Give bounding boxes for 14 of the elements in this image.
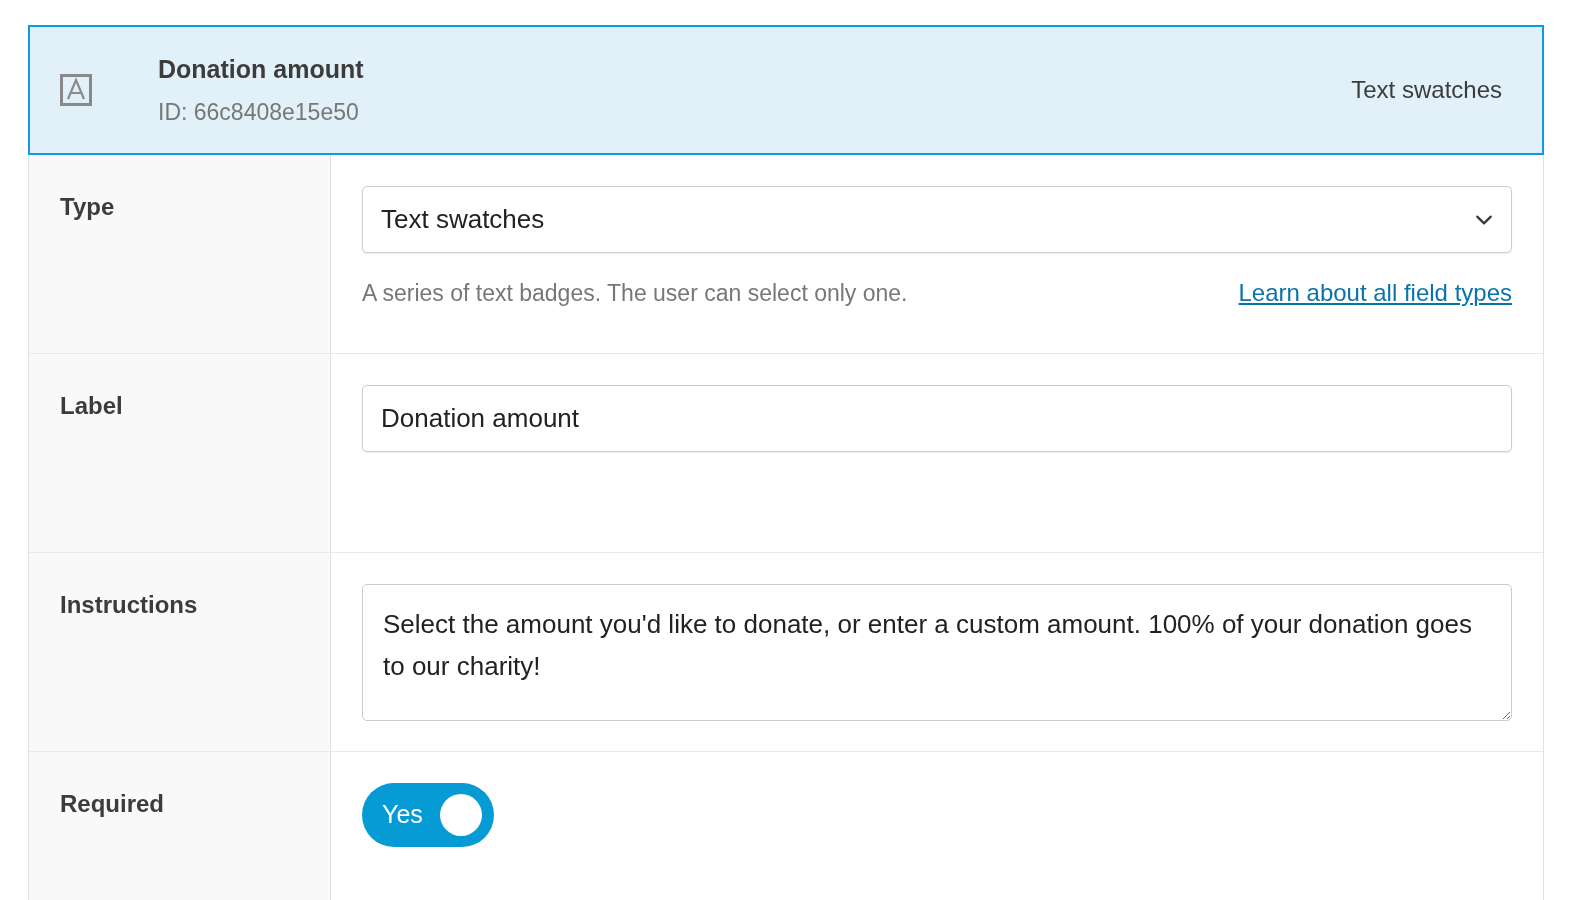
- field-label: Required: [29, 752, 331, 900]
- field-label: Label: [29, 354, 331, 552]
- instructions-textarea[interactable]: Select the amount you'd like to donate, or enter a custom amount. 100% of your donation goes to our charity!: [362, 584, 1512, 721]
- label-input[interactable]: Donation amount: [362, 385, 1512, 452]
- field-title: Donation amount: [158, 54, 365, 85]
- type-select[interactable]: Text swatches: [362, 186, 1512, 253]
- field-label: Instructions: [29, 553, 331, 751]
- field-type-label: Text swatches: [1351, 75, 1502, 105]
- help-text: A series of text badges. The user can select only one.: [362, 278, 908, 308]
- text-field-icon: [60, 74, 92, 106]
- help-link[interactable]: Learn about all field types: [1238, 275, 1512, 311]
- field-header[interactable]: Donation amount ID: 66c8408e15e50 Text swatches: [28, 25, 1544, 155]
- field-label: Type: [29, 155, 331, 353]
- field-id: ID: 66c8408e15e50: [158, 97, 360, 127]
